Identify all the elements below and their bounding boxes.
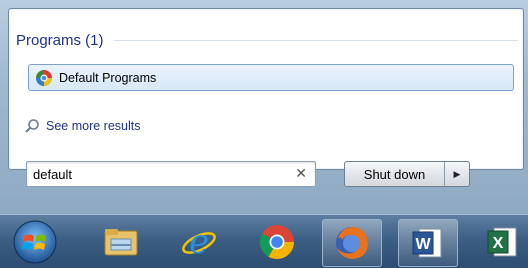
internet-explorer-icon: e (182, 222, 216, 262)
taskbar-word[interactable]: W (398, 219, 458, 267)
taskbar-chrome[interactable] (248, 219, 306, 265)
see-more-results-link[interactable]: See more results (24, 118, 140, 134)
svg-text:e: e (189, 222, 209, 262)
results-group-header: Programs (1) (16, 30, 518, 50)
shutdown-options-arrow-icon[interactable]: ▶ (445, 162, 469, 186)
firefox-icon (336, 227, 368, 259)
shutdown-button[interactable]: Shut down (345, 162, 445, 186)
excel-icon: X (487, 227, 517, 257)
folder-icon (104, 229, 138, 256)
search-input[interactable] (33, 165, 283, 183)
svg-text:X: X (493, 235, 504, 252)
search-box[interactable]: ✕ (26, 161, 316, 187)
taskbar-internet-explorer[interactable]: e (170, 219, 228, 265)
search-icon (25, 119, 39, 133)
windows-orb-icon (13, 220, 57, 264)
close-icon[interactable]: ✕ (295, 165, 307, 182)
taskbar-excel[interactable]: X (478, 219, 528, 265)
chrome-icon (260, 225, 294, 259)
group-title[interactable]: Programs (1) (16, 32, 104, 49)
taskbar: e W X (0, 214, 528, 268)
group-divider (113, 39, 518, 41)
taskbar-firefox[interactable] (322, 219, 382, 267)
shutdown-button-group: Shut down ▶ (344, 161, 470, 187)
word-icon: W (412, 228, 442, 258)
start-button[interactable] (6, 219, 64, 265)
taskbar-file-explorer[interactable] (92, 219, 150, 265)
result-item-default-programs[interactable]: Default Programs (28, 64, 514, 91)
svg-text:W: W (415, 236, 431, 253)
default-programs-icon (36, 69, 52, 86)
result-label: Default Programs (59, 70, 157, 85)
see-more-results-label: See more results (46, 119, 141, 133)
